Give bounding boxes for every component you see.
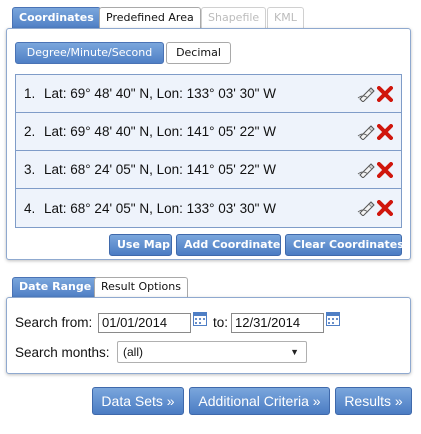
- pencil-icon[interactable]: [357, 86, 375, 102]
- calendar-icon[interactable]: [193, 312, 207, 326]
- tab-decimal[interactable]: Decimal: [166, 42, 231, 64]
- coordinate-row: 4. Lat: 68° 24' 05" N, Lon: 133° 03' 30"…: [16, 189, 401, 227]
- search-months-select[interactable]: (all) ▼: [117, 341, 307, 363]
- tab-result-options[interactable]: Result Options: [94, 277, 188, 297]
- to-label: to:: [213, 315, 229, 330]
- pencil-icon[interactable]: [357, 200, 375, 216]
- delete-icon[interactable]: [377, 161, 393, 178]
- delete-icon[interactable]: [377, 123, 393, 140]
- search-from-input[interactable]: 01/01/2014: [98, 313, 191, 333]
- delete-icon[interactable]: [377, 85, 393, 102]
- coordinate-index: 3.: [24, 162, 36, 177]
- add-coordinate-button[interactable]: Add Coordinate: [176, 234, 281, 256]
- results-button[interactable]: Results »: [335, 387, 412, 415]
- chevron-down-icon: ▼: [290, 347, 299, 357]
- coordinate-index: 4.: [24, 200, 36, 216]
- coordinate-list: 1. Lat: 69° 48' 40" N, Lon: 133° 03' 30"…: [15, 74, 402, 228]
- search-from-label: Search from:: [15, 315, 93, 330]
- coordinate-row: 3. Lat: 68° 24' 05" N, Lon: 141° 05' 22"…: [16, 151, 401, 189]
- coordinate-text: Lat: 68° 24' 05" N, Lon: 133° 03' 30" W: [44, 200, 276, 216]
- coordinate-text: Lat: 68° 24' 05" N, Lon: 141° 05' 22" W: [44, 162, 276, 177]
- search-months-value: (all): [123, 345, 143, 359]
- coordinate-row: 2. Lat: 69° 48' 40" N, Lon: 141° 05' 22"…: [16, 113, 401, 151]
- delete-icon[interactable]: [377, 200, 393, 216]
- additional-criteria-button[interactable]: Additional Criteria »: [189, 387, 330, 415]
- coordinate-index: 1.: [24, 86, 36, 101]
- data-sets-button[interactable]: Data Sets »: [92, 387, 184, 415]
- pencil-icon[interactable]: [357, 124, 375, 140]
- use-map-button[interactable]: Use Map: [109, 234, 172, 256]
- pencil-icon[interactable]: [357, 162, 375, 178]
- tab-kml[interactable]: KML: [267, 7, 304, 28]
- tab-degree-minute-second[interactable]: Degree/Minute/Second: [15, 42, 164, 64]
- tab-coordinates[interactable]: Coordinates: [12, 7, 101, 28]
- search-to-input[interactable]: 12/31/2014: [231, 313, 324, 333]
- tab-shapefile[interactable]: Shapefile: [201, 7, 267, 28]
- tab-date-range[interactable]: Date Range: [12, 277, 99, 297]
- coordinate-index: 2.: [24, 124, 36, 139]
- coordinate-text: Lat: 69° 48' 40" N, Lon: 133° 03' 30" W: [44, 86, 276, 101]
- clear-coordinates-button[interactable]: Clear Coordinates: [285, 234, 404, 256]
- search-months-label: Search months:: [15, 345, 110, 360]
- tab-predefined-area[interactable]: Predefined Area: [99, 7, 201, 28]
- calendar-icon[interactable]: [326, 312, 340, 326]
- coordinate-text: Lat: 69° 48' 40" N, Lon: 141° 05' 22" W: [44, 124, 276, 139]
- coordinate-row: 1. Lat: 69° 48' 40" N, Lon: 133° 03' 30"…: [16, 75, 401, 113]
